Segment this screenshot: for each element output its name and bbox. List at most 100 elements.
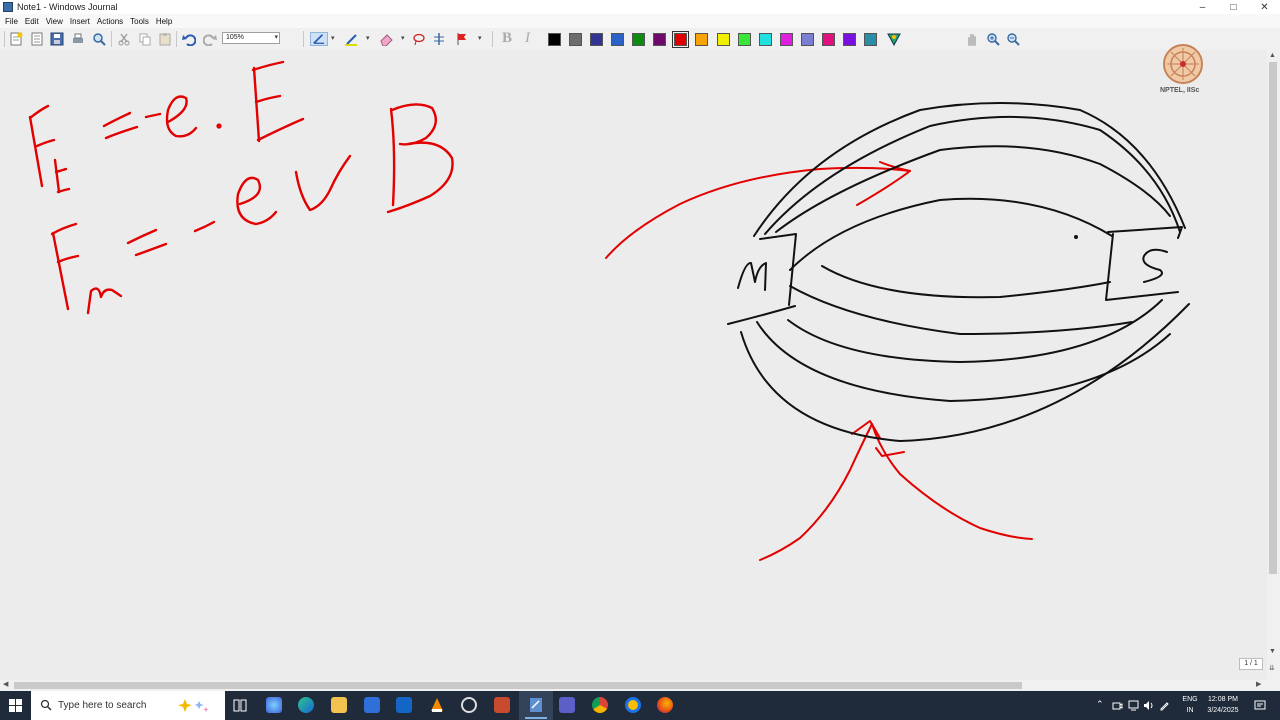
color-swatch-13[interactable] — [822, 33, 835, 46]
task-view-icon[interactable] — [233, 699, 247, 712]
flag-dropdown-icon[interactable]: ▾ — [478, 34, 482, 42]
color-swatch-5[interactable] — [653, 33, 666, 46]
meet-now-icon[interactable] — [1112, 700, 1123, 711]
chrome-canary-icon[interactable] — [625, 697, 641, 713]
input-language[interactable]: ENG — [1178, 696, 1202, 703]
color-swatch-3[interactable] — [611, 33, 624, 46]
color-swatch-9[interactable] — [738, 33, 751, 46]
search-highlight-icon — [178, 699, 209, 712]
pen-icon[interactable] — [310, 32, 328, 46]
eraser-dropdown-icon[interactable]: ▾ — [401, 34, 405, 42]
minimize-button[interactable]: – — [1187, 0, 1218, 14]
pan-hand-icon[interactable] — [965, 32, 979, 46]
new-from-template-icon[interactable] — [30, 32, 44, 46]
color-swatch-11[interactable] — [780, 33, 793, 46]
file-explorer-icon[interactable] — [331, 697, 347, 713]
black-ink-magnet-diagram — [727, 102, 1190, 442]
color-swatch-0[interactable] — [548, 33, 561, 46]
clock-date[interactable]: 3/24/2025 — [1200, 707, 1246, 714]
scroll-right-icon[interactable]: ▶ — [1256, 680, 1261, 688]
horizontal-scroll-thumb[interactable] — [14, 682, 1022, 689]
scroll-down-icon[interactable]: ▼ — [1269, 648, 1276, 655]
scroll-up-icon[interactable]: ▲ — [1269, 52, 1276, 59]
highlighter-dropdown-icon[interactable]: ▾ — [366, 34, 370, 42]
menu-actions[interactable]: Actions — [97, 17, 123, 26]
pen-workspace-icon[interactable] — [1159, 700, 1170, 711]
color-swatch-4[interactable] — [632, 33, 645, 46]
powerpoint-icon[interactable] — [494, 697, 510, 713]
zoom-select[interactable]: 105% ▾ — [222, 32, 280, 44]
menu-bar: File Edit View Insert Actions Tools Help — [0, 14, 1280, 28]
lasso-select-icon[interactable] — [412, 32, 426, 46]
color-swatch-14[interactable] — [843, 33, 856, 46]
vlc-icon[interactable] — [429, 697, 445, 713]
zoom-out-icon[interactable] — [1006, 32, 1020, 46]
custom-color-icon[interactable] — [886, 32, 902, 46]
highlighter-icon[interactable] — [344, 32, 358, 46]
nptel-logo-text: NPTEL, IISc — [1160, 87, 1200, 94]
color-swatch-15[interactable] — [864, 33, 877, 46]
bold-button[interactable]: B — [502, 30, 512, 47]
zoom-in-icon[interactable] — [986, 32, 1000, 46]
toolbar-separator — [492, 31, 493, 47]
copy-icon[interactable] — [138, 32, 152, 46]
flag-icon[interactable] — [455, 32, 469, 46]
eraser-icon[interactable] — [379, 32, 393, 46]
store-icon[interactable] — [364, 697, 380, 713]
chrome-icon[interactable] — [592, 697, 608, 713]
color-swatch-10[interactable] — [759, 33, 772, 46]
horizontal-scrollbar[interactable]: ◀ ▶ — [0, 680, 1280, 691]
ink-canvas[interactable] — [0, 50, 1267, 680]
maximize-button[interactable]: □ — [1218, 0, 1249, 14]
network-icon[interactable] — [1128, 700, 1139, 711]
tray-overflow-icon[interactable]: ⌃ — [1096, 699, 1104, 710]
menu-file[interactable]: File — [5, 17, 18, 26]
insert-space-icon[interactable] — [432, 32, 446, 46]
vertical-scroll-thumb[interactable] — [1269, 62, 1277, 574]
color-swatch-1[interactable] — [569, 33, 582, 46]
scroll-left-icon[interactable]: ◀ — [3, 680, 8, 688]
next-page-icon[interactable]: ⇊ — [1269, 664, 1275, 672]
page-indicator: 1 / 1 — [1239, 658, 1263, 670]
color-swatch-2[interactable] — [590, 33, 603, 46]
openai-icon[interactable] — [461, 697, 477, 713]
vertical-scrollbar[interactable]: ▲ ▼ ⇊ — [1267, 50, 1280, 680]
close-button[interactable]: ✕ — [1249, 0, 1280, 14]
save-icon[interactable] — [50, 32, 64, 46]
pen-dropdown-icon[interactable]: ▾ — [331, 34, 335, 42]
journal-app-icon — [3, 2, 13, 12]
window-controls: – □ ✕ — [1187, 0, 1280, 14]
edge-icon[interactable] — [298, 697, 314, 713]
toolbar-grip — [4, 31, 5, 47]
notifications-icon[interactable] — [1254, 700, 1266, 711]
undo-icon[interactable] — [182, 32, 196, 46]
teams-icon[interactable] — [559, 697, 575, 713]
menu-tools[interactable]: Tools — [130, 17, 149, 26]
copilot-icon[interactable] — [266, 697, 282, 713]
color-swatch-8[interactable] — [717, 33, 730, 46]
title-bar: Note1 - Windows Journal – □ ✕ — [0, 0, 1280, 14]
windows-start-icon[interactable] — [9, 699, 22, 712]
color-swatch-6[interactable] — [672, 31, 689, 48]
cut-icon[interactable] — [117, 32, 131, 46]
color-swatch-7[interactable] — [695, 33, 708, 46]
volume-icon[interactable] — [1143, 700, 1154, 711]
menu-view[interactable]: View — [46, 17, 63, 26]
active-app-indicator — [525, 717, 547, 719]
new-note-icon[interactable] — [9, 32, 23, 46]
redo-icon[interactable] — [203, 32, 217, 46]
print-icon[interactable] — [71, 32, 85, 46]
firefox-icon[interactable] — [657, 697, 673, 713]
find-icon[interactable] — [92, 32, 106, 46]
color-swatch-12[interactable] — [801, 33, 814, 46]
outlook-icon[interactable] — [396, 697, 412, 713]
menu-edit[interactable]: Edit — [25, 17, 39, 26]
menu-insert[interactable]: Insert — [70, 17, 90, 26]
menu-help[interactable]: Help — [156, 17, 172, 26]
taskbar-search[interactable]: Type here to search — [31, 691, 225, 720]
windows-journal-icon[interactable] — [528, 697, 544, 713]
journal-page[interactable] — [0, 50, 1267, 680]
clock-time[interactable]: 12:08 PM — [1200, 696, 1246, 703]
italic-button[interactable]: I — [525, 30, 530, 47]
paste-icon[interactable] — [158, 32, 172, 46]
